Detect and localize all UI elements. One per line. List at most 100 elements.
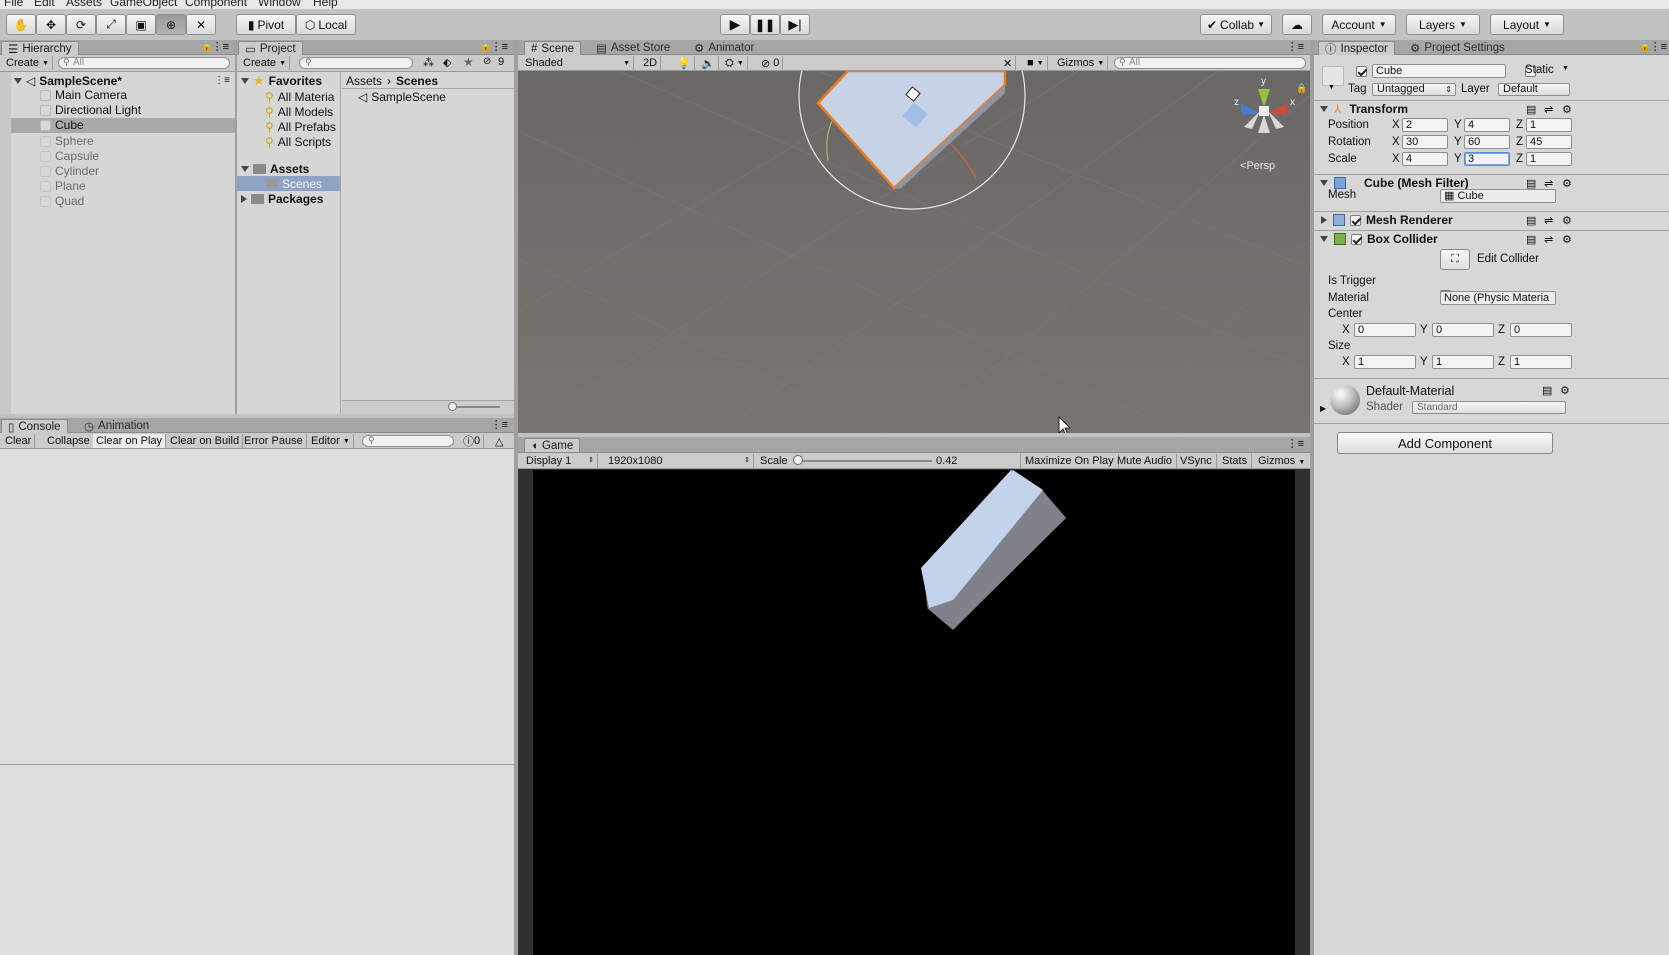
component-gear-icon[interactable]: ⚙ bbox=[1560, 384, 1570, 397]
breadcrumb-assets[interactable]: Assets bbox=[346, 74, 382, 88]
menu-file[interactable]: File bbox=[4, 0, 23, 9]
lighting-toggle[interactable]: 💡 bbox=[674, 56, 695, 70]
scale-slider-handle[interactable] bbox=[793, 455, 804, 465]
gizmos-dropdown[interactable]: Gizmos ▼ bbox=[1054, 56, 1109, 70]
console-errors-toggle[interactable]: ⓘ 0 bbox=[460, 434, 485, 448]
shading-mode-dropdown[interactable]: Shaded ▼ bbox=[522, 56, 634, 70]
panel-menu-icon[interactable]: ⋮≡ bbox=[491, 40, 508, 53]
transform-rotation-y-field[interactable]: 60 bbox=[1464, 135, 1510, 149]
add-component-button[interactable]: Add Component bbox=[1337, 432, 1553, 454]
transform-position-y-field[interactable]: 4 bbox=[1464, 118, 1510, 132]
tab-animator[interactable]: ⚙ Animator bbox=[688, 41, 760, 55]
collapse-arrow-icon[interactable] bbox=[1321, 216, 1327, 224]
mute-audio-button[interactable]: Mute Audio bbox=[1113, 454, 1178, 468]
scene-search-input[interactable]: All bbox=[1114, 57, 1306, 69]
transform-rotation-z-field[interactable]: 45 bbox=[1526, 135, 1572, 149]
tab-console[interactable]: ▯ Console bbox=[1, 419, 68, 434]
console-collapse-button[interactable]: Collapse bbox=[44, 434, 94, 448]
collider-size-x-field[interactable]: 1 bbox=[1354, 355, 1416, 369]
panel-menu-icon[interactable]: ⋮≡ bbox=[491, 418, 508, 431]
help-book-icon[interactable]: ▤ bbox=[1526, 214, 1536, 227]
vsync-button[interactable]: VSync bbox=[1176, 454, 1217, 468]
scene-viewport[interactable]: y z x 🔒 <Persp bbox=[518, 71, 1310, 433]
box-collider-header[interactable]: Box Collider ▤ ⇌ ⚙ bbox=[1314, 230, 1669, 247]
console-clear-on-build-button[interactable]: Clear on Build bbox=[167, 434, 244, 448]
camera-settings-dropdown[interactable]: ■ ▼ bbox=[1024, 56, 1048, 70]
project-search-input[interactable] bbox=[299, 57, 413, 69]
console-error-pause-button[interactable]: Error Pause bbox=[241, 434, 307, 448]
tab-scene[interactable]: # Scene bbox=[524, 41, 582, 55]
scene-menu-icon[interactable]: ⋮≡ bbox=[214, 75, 230, 86]
account-button[interactable]: Account ▼ bbox=[1322, 14, 1396, 35]
effects-dropdown[interactable]: ⛭ ▼ bbox=[722, 56, 748, 70]
hierarchy-item[interactable]: Plane bbox=[11, 179, 235, 194]
filter-type-icon[interactable]: ⁂ bbox=[423, 56, 434, 69]
panel-splitter[interactable] bbox=[514, 40, 518, 955]
object-name-field[interactable]: Cube bbox=[1372, 64, 1506, 78]
hierarchy-item[interactable]: Cylinder bbox=[11, 164, 235, 179]
transform-scale-y-field[interactable]: 3 bbox=[1464, 152, 1510, 166]
collapse-arrow-icon[interactable] bbox=[241, 194, 247, 203]
transform-rotation-x-field[interactable]: 30 bbox=[1402, 135, 1448, 149]
menu-help[interactable]: Help bbox=[313, 0, 338, 9]
play-button[interactable]: ▶ bbox=[720, 14, 750, 35]
help-book-icon[interactable]: ▤ bbox=[1526, 233, 1536, 246]
icon-size-slider-handle[interactable] bbox=[448, 402, 457, 411]
hierarchy-item[interactable]: Capsule bbox=[11, 149, 235, 164]
console-clear-button[interactable]: Clear bbox=[2, 434, 36, 448]
panel-splitter[interactable] bbox=[1310, 40, 1314, 955]
file-item[interactable]: ◁ SampleScene bbox=[358, 90, 446, 104]
tag-dropdown[interactable]: Untagged ⇕ bbox=[1372, 83, 1456, 96]
menu-assets[interactable]: Assets bbox=[66, 0, 102, 9]
tab-game[interactable]: ◖ Game bbox=[524, 438, 581, 452]
hierarchy-item[interactable]: Main Camera bbox=[11, 88, 235, 103]
assets-folder-row[interactable]: Assets bbox=[241, 161, 309, 176]
physic-material-field[interactable]: None (Physic Materia bbox=[1440, 291, 1556, 305]
favorite-item[interactable]: ⚲ All Prefabs bbox=[265, 119, 336, 134]
packages-folder-row[interactable]: Packages bbox=[241, 191, 323, 206]
lock-icon[interactable]: 🔒 bbox=[1296, 83, 1307, 93]
rect-tool-icon[interactable]: ▣ bbox=[126, 14, 156, 35]
favorite-item[interactable]: ⚲ All Models bbox=[265, 104, 333, 119]
menu-gameobject[interactable]: GameObject bbox=[110, 0, 177, 9]
step-button[interactable]: ▶| bbox=[780, 14, 810, 35]
hierarchy-create-button[interactable]: Create ▼ bbox=[3, 56, 54, 70]
tab-hierarchy[interactable]: ☰ Hierarchy bbox=[1, 41, 79, 56]
console-splitter[interactable] bbox=[0, 764, 514, 765]
menu-edit[interactable]: Edit bbox=[34, 0, 55, 9]
transform-position-x-field[interactable]: 2 bbox=[1402, 118, 1448, 132]
icon-size-slider-track[interactable] bbox=[450, 406, 500, 408]
component-gear-icon[interactable]: ⚙ bbox=[1562, 103, 1572, 116]
resolution-dropdown[interactable]: 1920x1080 ⇕ bbox=[604, 454, 754, 468]
panel-menu-icon[interactable]: ⋮≡ bbox=[1287, 40, 1304, 53]
hierarchy-search-input[interactable]: All bbox=[58, 57, 230, 69]
console-warnings-toggle[interactable]: △ bbox=[492, 434, 506, 448]
mesh-renderer-header[interactable]: Mesh Renderer ▤ ⇌ ⚙ bbox=[1314, 211, 1669, 228]
help-book-icon[interactable]: ▤ bbox=[1526, 177, 1536, 190]
favorite-star-icon[interactable]: ★ bbox=[463, 55, 474, 69]
console-clear-on-play-button[interactable]: Clear on Play bbox=[93, 434, 167, 448]
help-book-icon[interactable]: ▤ bbox=[1542, 384, 1552, 397]
tab-project-settings[interactable]: ⚙ Project Settings bbox=[1404, 41, 1511, 55]
menu-window[interactable]: Window bbox=[258, 0, 301, 9]
local-button[interactable]: ⬡ Local bbox=[296, 14, 356, 35]
mesh-object-field[interactable]: ▦ Cube bbox=[1440, 189, 1556, 203]
console-search-input[interactable] bbox=[362, 435, 454, 447]
component-gear-icon[interactable]: ⚙ bbox=[1562, 177, 1572, 190]
audio-toggle[interactable]: 🔈 bbox=[698, 56, 719, 70]
help-book-icon[interactable]: ▤ bbox=[1526, 103, 1536, 116]
panel-splitter[interactable] bbox=[235, 40, 237, 414]
tab-animation[interactable]: ◷ Animation bbox=[78, 419, 155, 433]
tab-asset-store[interactable]: ▤ Asset Store bbox=[590, 41, 676, 55]
preset-icon[interactable]: ⇌ bbox=[1544, 233, 1553, 246]
menu-component[interactable]: Component bbox=[185, 0, 247, 9]
expand-arrow-icon[interactable] bbox=[241, 77, 249, 84]
object-active-checkbox[interactable] bbox=[1356, 66, 1367, 77]
tab-project[interactable]: ▭ Project bbox=[238, 41, 303, 56]
expand-arrow-icon[interactable] bbox=[14, 77, 22, 84]
cloud-button[interactable]: ☁ bbox=[1282, 14, 1312, 35]
game-gizmos-dropdown[interactable]: Gizmos ▼ bbox=[1254, 454, 1309, 468]
layer-dropdown[interactable]: Default bbox=[1498, 83, 1570, 96]
favorite-item[interactable]: ⚲ All Materia bbox=[265, 89, 334, 104]
transform-scale-x-field[interactable]: 4 bbox=[1402, 152, 1448, 166]
